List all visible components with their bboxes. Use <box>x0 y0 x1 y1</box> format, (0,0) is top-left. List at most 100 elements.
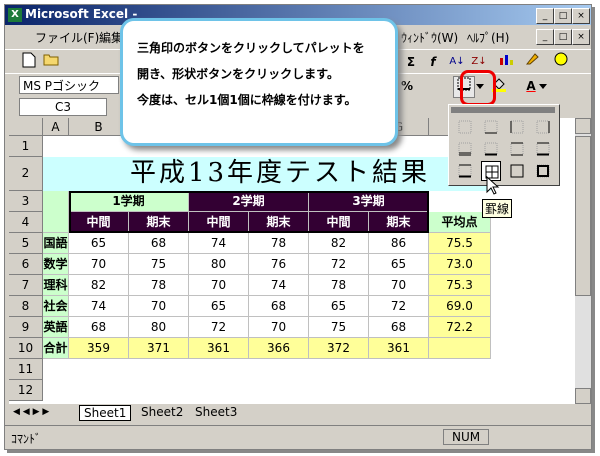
top-thick-bottom-border-icon[interactable] <box>533 139 553 159</box>
score-cell[interactable]: 82 <box>309 232 369 254</box>
top-bottom-border-icon[interactable] <box>507 139 527 159</box>
score-cell[interactable]: 75 <box>129 253 189 275</box>
thick-box-border-icon[interactable] <box>533 161 553 181</box>
tab-sheet3[interactable]: Sheet3 <box>191 405 241 419</box>
percent-style-button[interactable]: % <box>397 76 417 96</box>
avg-cell[interactable]: 69.0 <box>429 295 491 317</box>
subject-cell[interactable]: 社会 <box>43 295 69 317</box>
score-cell[interactable]: 68 <box>69 316 129 338</box>
score-cell[interactable]: 70 <box>249 316 309 338</box>
score-cell[interactable]: 70 <box>129 295 189 317</box>
all-borders-icon[interactable] <box>455 161 475 181</box>
total-label-cell[interactable]: 合計 <box>43 337 69 359</box>
score-cell[interactable]: 86 <box>369 232 429 254</box>
minimize-button[interactable]: _ <box>536 8 554 24</box>
score-cell[interactable]: 82 <box>69 274 129 296</box>
score-cell[interactable]: 75 <box>309 316 369 338</box>
score-cell[interactable]: 65 <box>369 253 429 275</box>
subject-cell[interactable]: 国語 <box>43 232 69 254</box>
row-header[interactable]: 6 <box>9 253 43 275</box>
sort-descending-icon[interactable]: Z↓ <box>469 52 489 72</box>
total-cell[interactable]: 361 <box>369 337 429 359</box>
avg-cell[interactable]: 72.2 <box>429 316 491 338</box>
tab-nav-arrows-icon[interactable]: ◀ ◀ ▶ ▶ <box>13 407 49 417</box>
subject-cell[interactable]: 数学 <box>43 253 69 275</box>
score-cell[interactable]: 70 <box>69 253 129 275</box>
total-blank-cell[interactable] <box>429 337 491 359</box>
right-border-icon[interactable] <box>533 117 553 137</box>
double-bottom-border-icon[interactable] <box>455 139 475 159</box>
thick-bottom-border-icon[interactable] <box>481 139 501 159</box>
total-cell[interactable]: 372 <box>309 337 369 359</box>
score-cell[interactable]: 80 <box>189 253 249 275</box>
score-cell[interactable]: 74 <box>249 274 309 296</box>
score-cell[interactable]: 72 <box>309 253 369 275</box>
total-cell[interactable]: 366 <box>249 337 309 359</box>
select-all-corner[interactable] <box>9 118 43 136</box>
scroll-up-icon[interactable] <box>575 118 591 134</box>
left-border-icon[interactable] <box>507 117 527 137</box>
font-name-select[interactable]: MS Pゴシック <box>19 76 119 94</box>
tab-sheet2[interactable]: Sheet2 <box>137 405 187 419</box>
score-cell[interactable]: 76 <box>249 253 309 275</box>
no-border-icon[interactable] <box>455 117 475 137</box>
subject-cell[interactable]: 理科 <box>43 274 69 296</box>
avg-cell[interactable]: 75.3 <box>429 274 491 296</box>
score-cell[interactable]: 65 <box>309 295 369 317</box>
row-header[interactable]: 10 <box>9 337 43 359</box>
bottom-border-icon[interactable] <box>481 117 501 137</box>
column-header[interactable]: A <box>43 118 69 136</box>
score-cell[interactable]: 65 <box>189 295 249 317</box>
score-cell[interactable]: 68 <box>369 316 429 338</box>
outside-borders-icon[interactable] <box>507 161 527 181</box>
menu-help[interactable]: ﾍﾙﾌﾟ(H) <box>467 29 509 46</box>
score-cell[interactable]: 65 <box>69 232 129 254</box>
score-cell[interactable]: 74 <box>189 232 249 254</box>
name-box[interactable]: C3 <box>19 98 107 116</box>
autosum-icon[interactable]: Σ <box>401 52 421 72</box>
doc-close-button[interactable]: × <box>572 29 590 45</box>
total-cell[interactable]: 361 <box>189 337 249 359</box>
score-cell[interactable]: 78 <box>129 274 189 296</box>
header-blank-cell[interactable] <box>43 190 69 233</box>
score-cell[interactable]: 70 <box>369 274 429 296</box>
score-cell[interactable]: 70 <box>189 274 249 296</box>
row-header[interactable]: 9 <box>9 316 43 338</box>
score-cell[interactable]: 80 <box>129 316 189 338</box>
score-cell[interactable]: 68 <box>129 232 189 254</box>
chart-wizard-icon[interactable] <box>497 52 517 72</box>
subject-cell[interactable]: 英語 <box>43 316 69 338</box>
row-header[interactable]: 1 <box>9 136 43 157</box>
score-cell[interactable]: 68 <box>249 295 309 317</box>
score-cell[interactable]: 72 <box>369 295 429 317</box>
open-icon[interactable] <box>41 52 61 72</box>
scroll-down-icon[interactable] <box>575 388 591 404</box>
drawing-icon[interactable] <box>523 52 543 72</box>
maximize-button[interactable]: □ <box>554 8 572 24</box>
new-icon[interactable] <box>19 52 39 72</box>
close-button[interactable]: × <box>572 8 590 24</box>
row-header[interactable]: 8 <box>9 295 43 317</box>
tab-sheet1[interactable]: Sheet1 <box>79 405 132 421</box>
row-header[interactable]: 2 <box>9 157 43 191</box>
row-header[interactable]: 5 <box>9 232 43 254</box>
font-color-dropdown-icon[interactable] <box>537 76 549 96</box>
doc-minimize-button[interactable]: _ <box>536 29 554 45</box>
function-icon[interactable]: f <box>423 52 443 72</box>
row-header[interactable]: 7 <box>9 274 43 296</box>
score-cell[interactable]: 78 <box>249 232 309 254</box>
vertical-scrollbar[interactable] <box>575 118 591 404</box>
score-cell[interactable]: 78 <box>309 274 369 296</box>
row-header[interactable]: 12 <box>9 379 43 401</box>
palette-drag-bar[interactable] <box>451 107 555 113</box>
menu-file[interactable]: ファイル(F) <box>35 29 99 46</box>
row-header[interactable]: 4 <box>9 211 43 233</box>
total-cell[interactable]: 359 <box>69 337 129 359</box>
doc-restore-button[interactable]: □ <box>554 29 572 45</box>
score-cell[interactable]: 72 <box>189 316 249 338</box>
label-cell[interactable] <box>43 157 69 191</box>
help-icon[interactable] <box>551 52 571 72</box>
score-cell[interactable]: 74 <box>69 295 129 317</box>
sort-ascending-icon[interactable]: A↓ <box>447 52 467 72</box>
avg-cell[interactable]: 73.0 <box>429 253 491 275</box>
